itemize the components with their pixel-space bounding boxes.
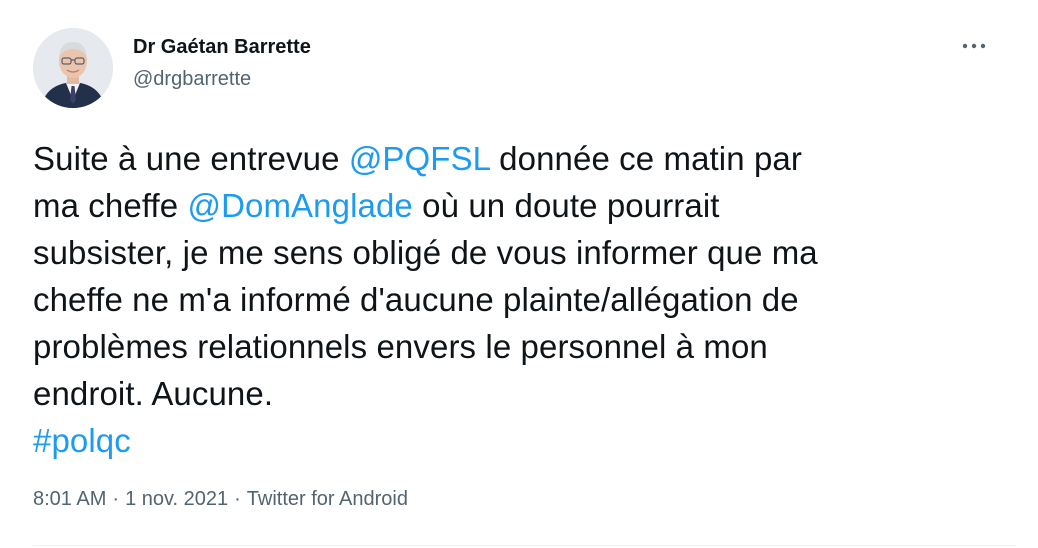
more-options-icon (962, 43, 986, 49)
tweet-card: Dr Gaétan Barrette @drgbarrette Suite à … (0, 0, 1038, 548)
tweet-line: problèmes relationnels envers le personn… (33, 328, 768, 365)
tweet-source[interactable]: Twitter for Android (247, 488, 408, 510)
tweet-line: Suite à une entrevue @PQFSL donnée ce ma… (33, 140, 802, 177)
meta-separator: · (112, 488, 120, 510)
author-handle[interactable]: @drgbarrette (133, 66, 311, 92)
avatar[interactable] (33, 28, 113, 108)
tweet-line: cheffe ne m'a informé d'aucune plainte/a… (33, 281, 799, 318)
author-name[interactable]: Dr Gaétan Barrette (133, 34, 311, 60)
avatar-image (33, 28, 113, 108)
author-block: Dr Gaétan Barrette @drgbarrette (133, 34, 311, 92)
tweet-date[interactable]: 1 nov. 2021 (125, 488, 228, 510)
tweet-line: ma cheffe @DomAnglade où un doute pourra… (33, 187, 720, 224)
tweet-time[interactable]: 8:01 AM (33, 488, 106, 510)
tweet-meta: 8:01 AM · 1 nov. 2021 · Twitter for Android (33, 485, 408, 513)
tweet-text: Suite à une entrevue @PQFSL donnée ce ma… (33, 135, 993, 464)
divider (33, 545, 1016, 546)
more-options-button[interactable] (960, 34, 988, 58)
mention-link-pqfsl[interactable]: @PQFSL (349, 140, 490, 177)
mention-link-domanglade[interactable]: @DomAnglade (187, 187, 412, 224)
tweet-line: endroit. Aucune. (33, 375, 274, 412)
hashtag-link-polqc[interactable]: #polqc (33, 417, 993, 464)
tweet-line: subsister, je me sens obligé de vous inf… (33, 234, 818, 271)
meta-separator: · (234, 488, 241, 510)
